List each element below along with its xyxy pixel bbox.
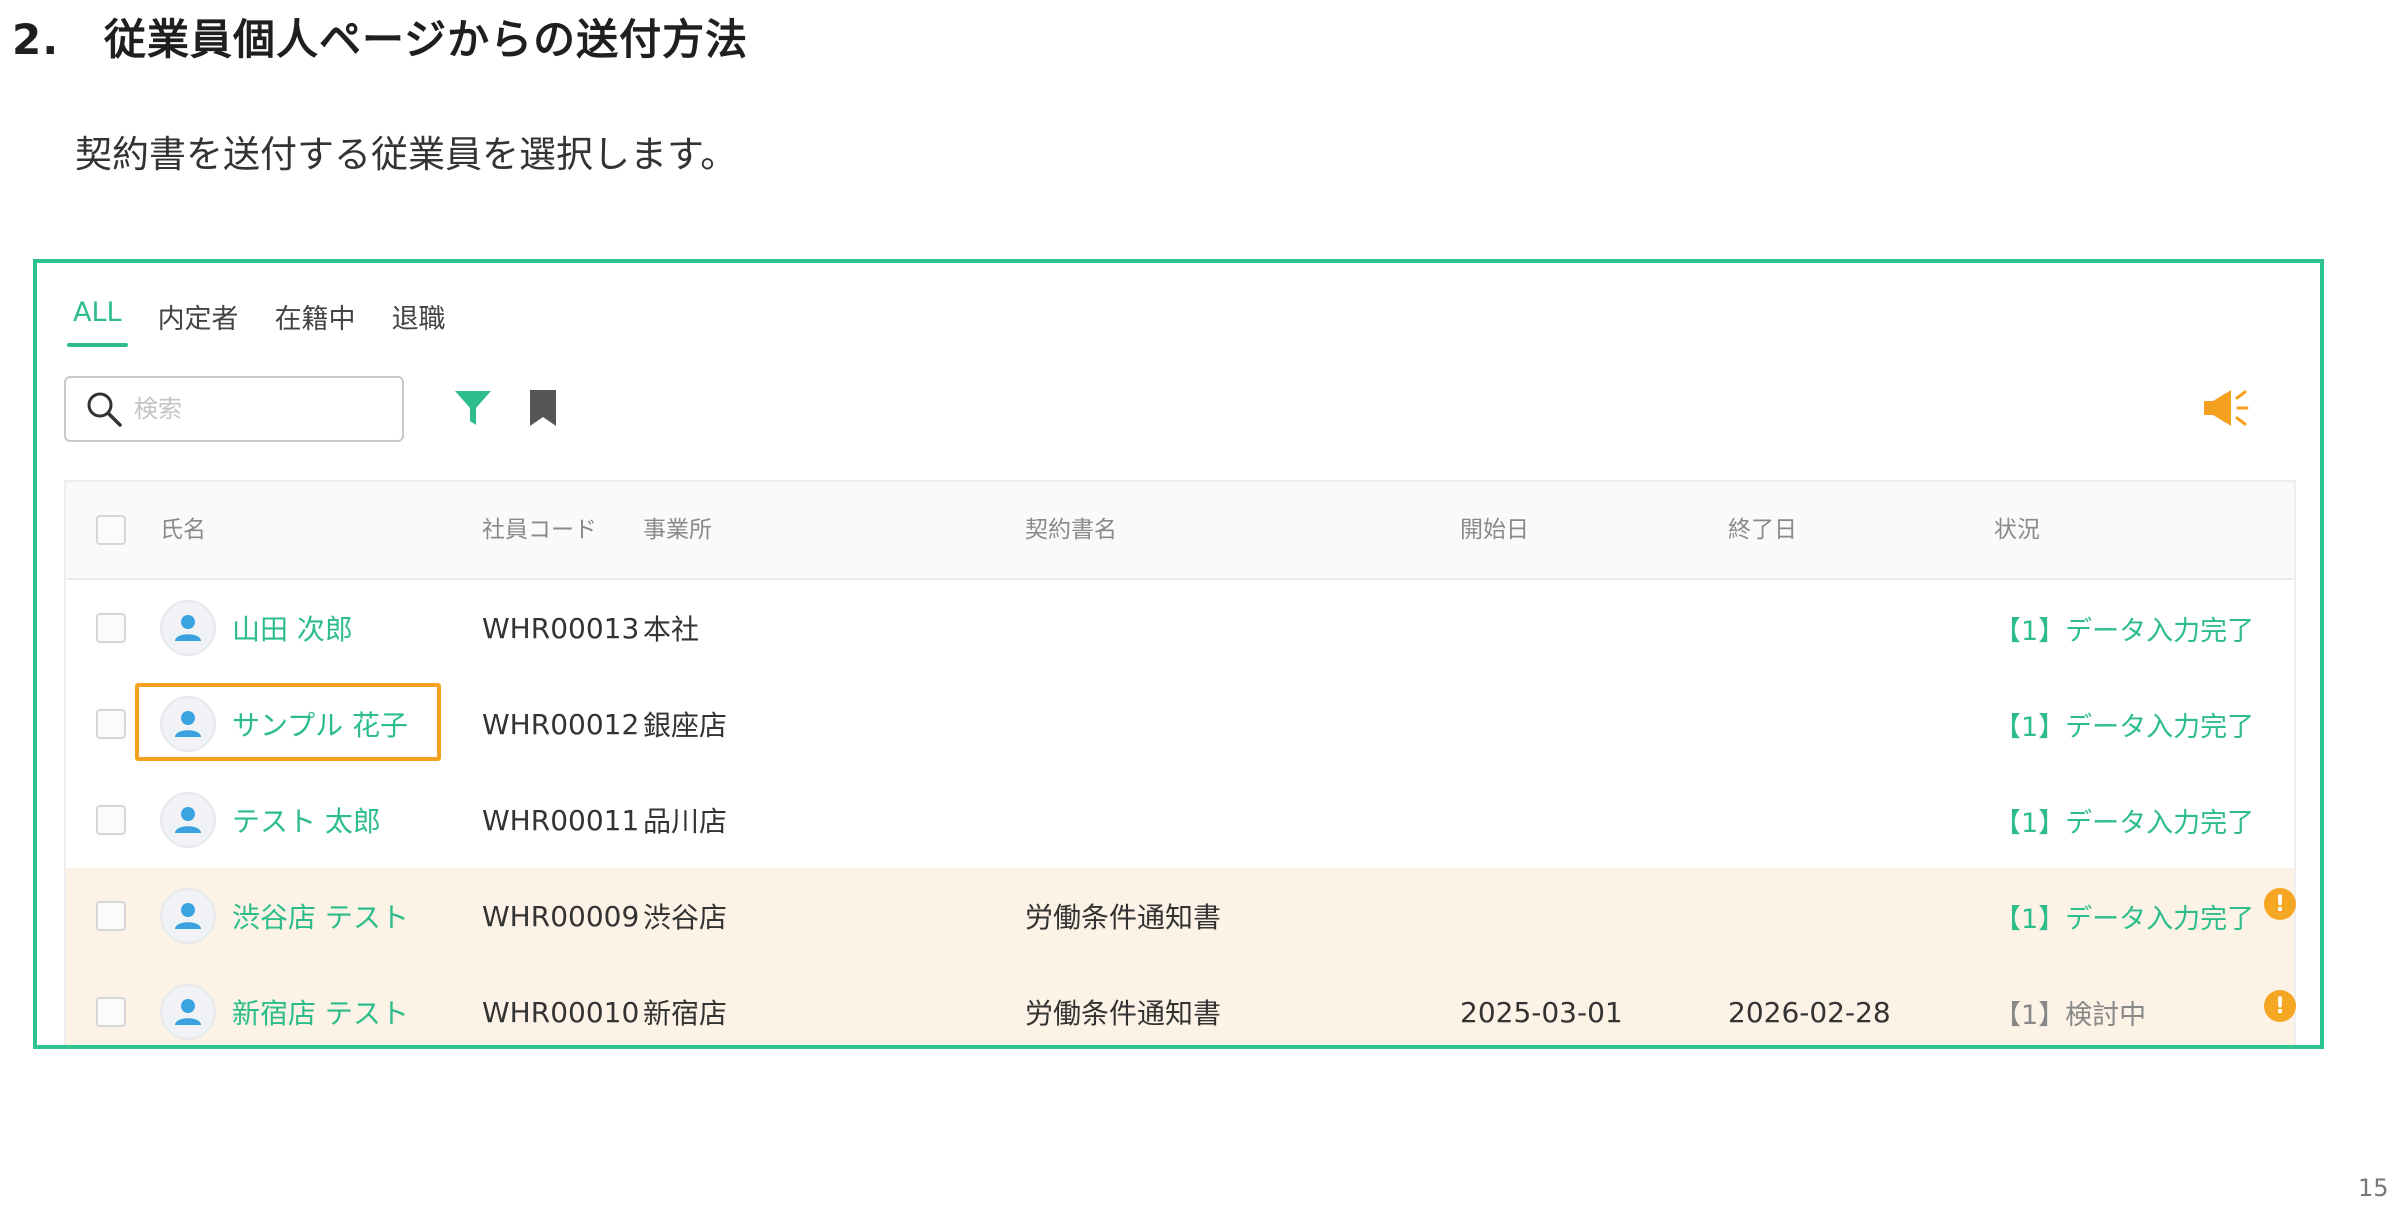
filter-icon bbox=[455, 391, 491, 425]
bookmark-icon bbox=[530, 390, 556, 426]
contract-name: 労働条件通知書 bbox=[1025, 901, 1222, 934]
section-heading: 2. 従業員個人ページからの送付方法 bbox=[12, 6, 748, 67]
table-row[interactable]: 山田 次郎 WHR00013 本社 【1】データ入力完了 bbox=[66, 580, 2294, 676]
status-label: 【1】検討中 bbox=[1994, 999, 2147, 1031]
header-employee-code: 社員コード bbox=[482, 517, 597, 543]
search-input[interactable] bbox=[134, 395, 374, 423]
table-row[interactable]: サンプル 花子 WHR00012 銀座店 【1】データ入力完了 bbox=[66, 676, 2294, 772]
row-checkbox[interactable] bbox=[96, 613, 126, 643]
user-avatar-icon bbox=[175, 807, 201, 833]
avatar bbox=[160, 696, 216, 752]
row-checkbox[interactable] bbox=[96, 901, 126, 931]
avatar bbox=[160, 600, 216, 656]
office-name: 新宿店 bbox=[643, 997, 728, 1030]
office-name: 本社 bbox=[643, 613, 700, 646]
avatar bbox=[160, 888, 216, 944]
filter-button[interactable] bbox=[452, 385, 494, 431]
avatar bbox=[160, 984, 216, 1040]
employee-name-link[interactable]: サンプル 花子 bbox=[232, 704, 408, 744]
header-end-date: 終了日 bbox=[1728, 517, 1797, 543]
table-header: 氏名 社員コード 事業所 契約書名 開始日 終了日 状況 bbox=[66, 482, 2294, 580]
select-all-checkbox[interactable] bbox=[96, 515, 126, 545]
office-name: 渋谷店 bbox=[643, 901, 728, 934]
megaphone-icon bbox=[2204, 390, 2249, 426]
office-name: 銀座店 bbox=[643, 709, 728, 742]
search-box bbox=[64, 376, 404, 442]
user-avatar-icon bbox=[175, 711, 201, 737]
employee-name-link[interactable]: テスト 太郎 bbox=[232, 800, 381, 840]
instruction-text: 契約書を送付する従業員を選択します。 bbox=[75, 133, 738, 176]
avatar bbox=[160, 792, 216, 848]
exclamation-icon[interactable]: ! bbox=[2264, 888, 2296, 920]
tab-retired[interactable]: 退職 bbox=[386, 287, 452, 347]
page-number: 15 bbox=[2358, 1174, 2389, 1202]
user-avatar-icon bbox=[175, 999, 201, 1025]
employee-table: 氏名 社員コード 事業所 契約書名 開始日 終了日 状況 山田 次郎 WHR000… bbox=[64, 480, 2296, 1045]
employee-code: WHR00009 bbox=[482, 899, 640, 933]
status-label: 【1】データ入力完了 bbox=[1994, 711, 2255, 743]
employee-code: WHR00013 bbox=[482, 611, 640, 645]
tab-offer-accepted[interactable]: 内定者 bbox=[152, 287, 245, 347]
table-row[interactable]: 渋谷店 テスト WHR00009 渋谷店 労働条件通知書 【1】データ入力完了! bbox=[66, 868, 2296, 964]
employee-code: WHR00010 bbox=[482, 995, 640, 1029]
table-body: 山田 次郎 WHR00013 本社 【1】データ入力完了 サンプル 花子 WHR00012… bbox=[66, 580, 2296, 1045]
header-status: 状況 bbox=[1994, 517, 2040, 543]
row-checkbox[interactable] bbox=[96, 709, 126, 739]
exclamation-icon[interactable]: ! bbox=[2264, 990, 2296, 1022]
employee-name-link[interactable]: 渋谷店 テスト bbox=[232, 896, 409, 936]
status-label: 【1】データ入力完了 bbox=[1994, 615, 2255, 647]
status-tabs: ALL 内定者 在籍中 退職 bbox=[67, 287, 476, 347]
header-office: 事業所 bbox=[643, 517, 712, 543]
employee-name-link[interactable]: 新宿店 テスト bbox=[232, 992, 409, 1032]
row-checkbox[interactable] bbox=[96, 997, 126, 1027]
employee-list-screenshot: ALL 内定者 在籍中 退職 氏名 社員コード bbox=[33, 259, 2324, 1049]
tab-employed[interactable]: 在籍中 bbox=[269, 287, 362, 347]
announcement-button[interactable] bbox=[2200, 385, 2250, 431]
contract-name: 労働条件通知書 bbox=[1025, 997, 1222, 1030]
employee-code: WHR00011 bbox=[482, 803, 640, 837]
end-date: 2026-02-28 bbox=[1728, 995, 1891, 1029]
section-title: 従業員個人ページからの送付方法 bbox=[104, 15, 749, 64]
status-label: 【1】データ入力完了 bbox=[1994, 807, 2255, 839]
table-row[interactable]: 新宿店 テスト WHR00010 新宿店 労働条件通知書 2025-03-01 2026-… bbox=[66, 964, 2296, 1045]
tab-all[interactable]: ALL bbox=[67, 287, 128, 347]
search-icon bbox=[87, 392, 122, 427]
user-avatar-icon bbox=[175, 903, 201, 929]
status-label: 【1】データ入力完了 bbox=[1994, 903, 2255, 935]
office-name: 品川店 bbox=[643, 805, 728, 838]
start-date: 2025-03-01 bbox=[1460, 995, 1623, 1029]
row-checkbox[interactable] bbox=[96, 805, 126, 835]
employee-code: WHR00012 bbox=[482, 707, 640, 741]
header-contract-name: 契約書名 bbox=[1025, 517, 1117, 543]
bookmark-button[interactable] bbox=[525, 385, 561, 431]
employee-name-link[interactable]: 山田 次郎 bbox=[232, 608, 353, 648]
user-avatar-icon bbox=[175, 615, 201, 641]
section-number: 2. bbox=[12, 15, 60, 64]
header-name: 氏名 bbox=[160, 517, 206, 543]
header-start-date: 開始日 bbox=[1460, 517, 1529, 543]
table-row[interactable]: テスト 太郎 WHR00011 品川店 【1】データ入力完了 bbox=[66, 772, 2294, 868]
